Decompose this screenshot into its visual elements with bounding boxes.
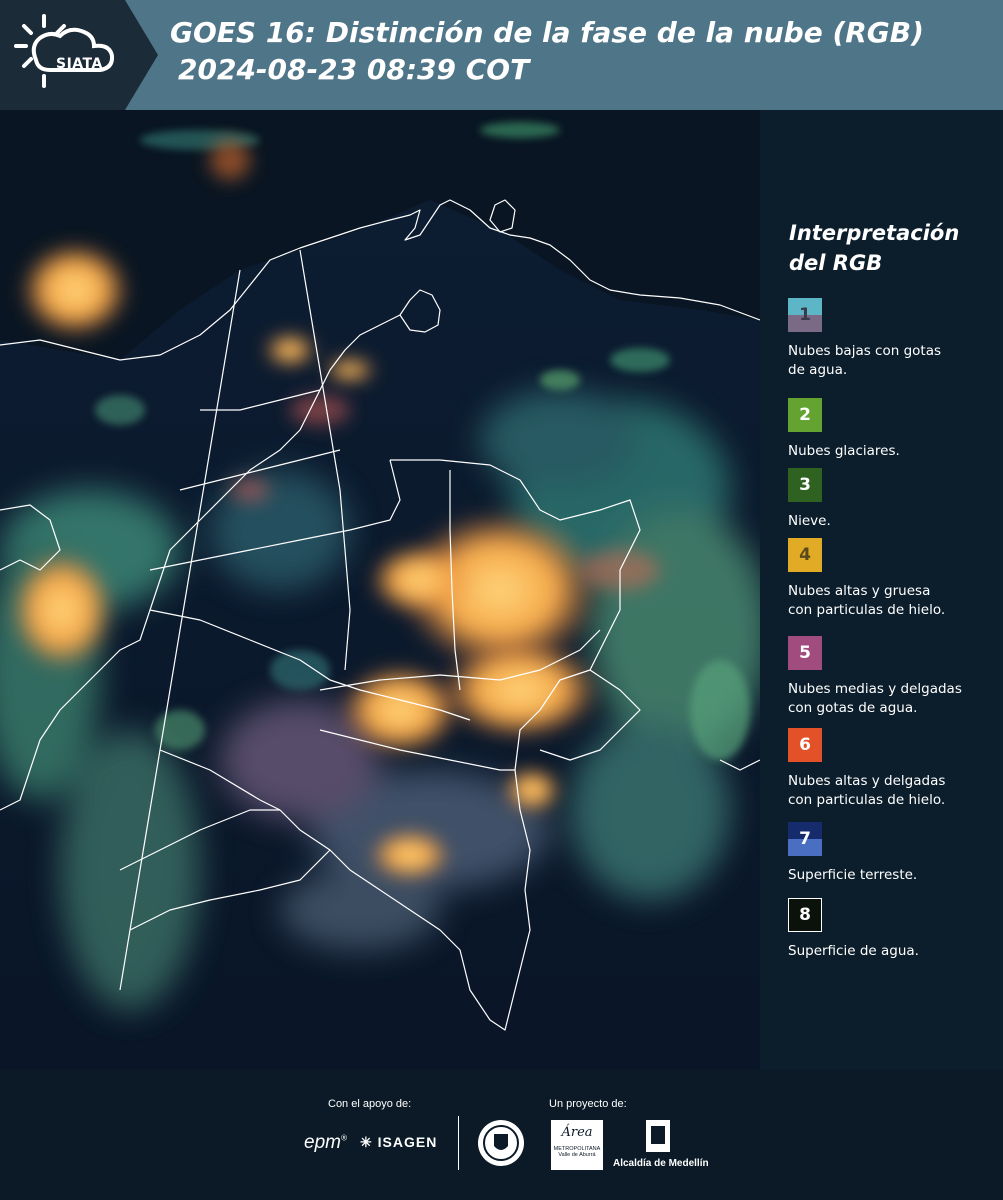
legend-number: 1 bbox=[799, 305, 811, 325]
goes16-rgb-image bbox=[0, 110, 760, 1070]
area-metropolitana-logo: Área METROPOLITANA Valle de Aburrá bbox=[551, 1120, 603, 1170]
legend-swatch-4: 4 bbox=[788, 538, 822, 572]
legend-title-line2: del RGB bbox=[789, 251, 883, 275]
legend-item-5: 5 Nubes medias y delgadas con gotas de agu… bbox=[788, 636, 1000, 718]
legend-swatch-1: 1 bbox=[788, 298, 822, 332]
siata-logo-text: SIATA bbox=[56, 56, 103, 72]
legend-item-1: 1 Nubes bajas con gotas de agua. bbox=[788, 298, 1000, 380]
legend-label-line1: Nubes altas y gruesa bbox=[788, 583, 931, 599]
alcaldia-text: Alcaldía de Medellín bbox=[613, 1158, 709, 1169]
legend-item-2: 2 Nubes glaciares. bbox=[788, 398, 1000, 461]
legend-label-line2: de agua. bbox=[788, 362, 848, 378]
legend-number: 7 bbox=[799, 829, 811, 849]
isagen-logo-text: ISAGEN bbox=[377, 1134, 438, 1150]
legend-swatch-3: 3 bbox=[788, 468, 822, 502]
siata-sun-cloud-icon bbox=[14, 14, 115, 88]
legend-item-6: 6 Nubes altas y delgadas con particulas de… bbox=[788, 728, 1000, 810]
satellite-map bbox=[0, 110, 760, 1070]
legend-label-line1: Nubes bajas con gotas bbox=[788, 343, 942, 359]
isagen-star-icon: ✳ bbox=[360, 1134, 373, 1150]
legend-label-line1: Nubes glaciares. bbox=[788, 443, 900, 459]
legend-label-line2: con particulas de hielo. bbox=[788, 602, 946, 618]
area-logo-sub2: Valle de Aburrá bbox=[558, 1152, 596, 1158]
legend-label: Nubes bajas con gotas de agua. bbox=[788, 342, 1000, 380]
legend-item-3: 3 Nieve. bbox=[788, 468, 1000, 531]
legend-label: Superficie terreste. bbox=[788, 866, 1000, 885]
legend-label: Superficie de agua. bbox=[788, 942, 1000, 961]
legend-number: 6 bbox=[799, 735, 811, 755]
title-product: GOES 16: Distinción de la fase de la nub… bbox=[170, 16, 924, 49]
legend-number: 3 bbox=[799, 475, 811, 495]
legend-swatch-5: 5 bbox=[788, 636, 822, 670]
legend-label: Nubes medias y delgadas con gotas de agua… bbox=[788, 680, 1000, 718]
footer-divider bbox=[458, 1116, 459, 1170]
legend-number: 8 bbox=[799, 905, 811, 925]
project-caption: Un proyecto de: bbox=[549, 1098, 627, 1110]
area-logo-title: Área bbox=[561, 1125, 593, 1140]
legend-label: Nubes altas y delgadas con particulas de … bbox=[788, 772, 1000, 810]
legend-label-line1: Superficie terreste. bbox=[788, 867, 918, 883]
legend-number: 5 bbox=[799, 643, 811, 663]
legend-swatch-8: 8 bbox=[788, 898, 822, 932]
legend-swatch-7: 7 bbox=[788, 822, 822, 856]
page-title: GOES 16: Distinción de la fase de la nub… bbox=[170, 14, 990, 88]
legend-label-line2: con particulas de hielo. bbox=[788, 792, 946, 808]
footer-sponsors: Con el apoyo de: Un proyecto de: epm® ✳ … bbox=[0, 1070, 1003, 1200]
legend-label: Nubes altas y gruesa con particulas de hi… bbox=[788, 582, 1000, 620]
legend-label: Nieve. bbox=[788, 512, 1000, 531]
legend-label-line1: Nieve. bbox=[788, 513, 831, 529]
support-caption: Con el apoyo de: bbox=[328, 1098, 412, 1110]
legend-label-line2: con gotas de agua. bbox=[788, 700, 918, 716]
legend-swatch-2: 2 bbox=[788, 398, 822, 432]
title-timestamp: 2024-08-23 08:39 COT bbox=[178, 53, 530, 86]
legend-label: Nubes glaciares. bbox=[788, 442, 1000, 461]
legend-number: 4 bbox=[799, 545, 811, 565]
legend-label-line1: Nubes medias y delgadas bbox=[788, 681, 962, 697]
legend-title: Interpretación del RGB bbox=[789, 218, 999, 278]
legend-label-line1: Nubes altas y delgadas bbox=[788, 773, 946, 789]
rgb-legend-panel: Interpretación del RGB 1 Nubes bajas con … bbox=[760, 110, 1003, 1070]
medellin-seal-icon bbox=[478, 1120, 524, 1166]
isagen-logo: ✳ ISAGEN bbox=[360, 1134, 437, 1151]
epm-logo: epm® bbox=[304, 1132, 347, 1153]
legend-item-8: 8 Superficie de agua. bbox=[788, 898, 1000, 961]
legend-title-line1: Interpretación bbox=[789, 221, 960, 245]
alcaldia-shield-icon bbox=[646, 1120, 670, 1152]
legend-item-7: 7 Superficie terreste. bbox=[788, 822, 1000, 885]
legend-label-line1: Superficie de agua. bbox=[788, 943, 919, 959]
siata-logo: SIATA bbox=[14, 12, 126, 98]
header-bar: SIATA GOES 16: Distinción de la fase de … bbox=[0, 0, 1003, 110]
epm-logo-text: epm bbox=[304, 1132, 341, 1153]
legend-swatch-6: 6 bbox=[788, 728, 822, 762]
legend-number: 2 bbox=[799, 405, 811, 425]
legend-item-4: 4 Nubes altas y gruesa con particulas de h… bbox=[788, 538, 1000, 620]
